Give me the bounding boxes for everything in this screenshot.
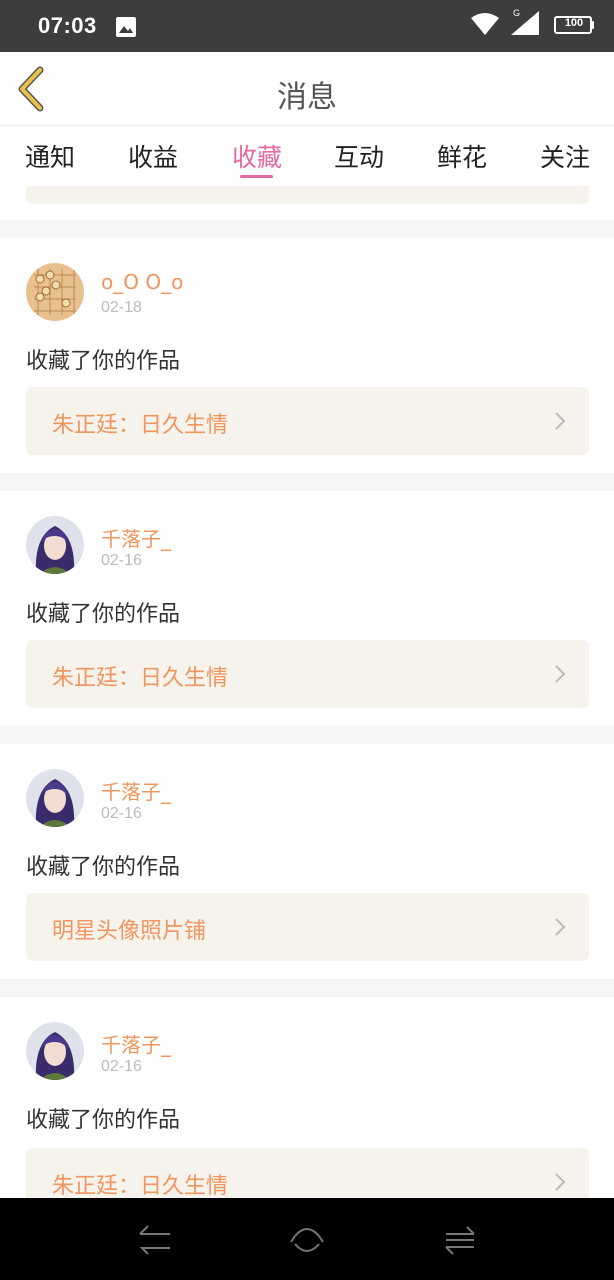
tab-earnings[interactable]: 收益 (128, 138, 178, 174)
nav-back-icon[interactable] (134, 1220, 174, 1260)
tab-interactions[interactable]: 互动 (334, 138, 384, 174)
timestamp: 02-16 (101, 805, 142, 822)
chess-board-avatar-icon (26, 263, 84, 321)
username[interactable]: 千落子_ (101, 776, 171, 805)
chevron-right-icon (555, 918, 566, 936)
avatar[interactable] (26, 769, 84, 827)
tab-bar: 通知 收益 收藏 互动 鲜花 关注 (0, 126, 614, 186)
avatar[interactable] (26, 1022, 84, 1080)
timestamp: 02-16 (101, 1058, 142, 1075)
portrait-avatar-icon (26, 1022, 84, 1080)
tab-favorites[interactable]: 收藏 (232, 138, 282, 174)
signal-icon (511, 11, 539, 35)
wifi-icon (471, 13, 499, 35)
chevron-right-icon (555, 1173, 566, 1191)
work-link[interactable]: 朱正廷：日久生情 (26, 640, 589, 708)
action-text: 收藏了你的作品 (26, 349, 181, 374)
work-link[interactable]: 朱正廷：日久生情 (26, 387, 589, 455)
timestamp: 02-16 (101, 552, 142, 569)
work-title: 朱正廷：日久生情 (52, 666, 229, 691)
tab-notifications[interactable]: 通知 (25, 138, 75, 174)
portrait-avatar-icon (26, 516, 84, 574)
work-link[interactable]: 明星头像照片铺 (26, 893, 589, 961)
battery-tip (591, 21, 594, 29)
page-title: 消息 (277, 80, 337, 115)
work-title: 明星头像照片铺 (52, 919, 207, 944)
list-item: 千落子_ 02-16 收藏了你的作品 明星头像照片铺 (0, 744, 614, 979)
username[interactable]: o_O O_o (101, 270, 183, 294)
avatar[interactable] (26, 516, 84, 574)
tab-flowers[interactable]: 鲜花 (437, 138, 487, 174)
timestamp: 02-18 (101, 299, 142, 316)
status-bar: 07:03 G 100 (0, 0, 614, 52)
image-notification-icon (116, 17, 136, 37)
action-text: 收藏了你的作品 (26, 1108, 181, 1133)
work-link[interactable]: 朱正廷：日久生情 (26, 1148, 589, 1198)
work-link-partial[interactable] (26, 186, 589, 204)
action-text: 收藏了你的作品 (26, 855, 181, 880)
battery-level: 100 (564, 17, 584, 29)
portrait-avatar-icon (26, 769, 84, 827)
active-tab-indicator (240, 175, 273, 178)
list-item: o_O O_o 02-18 收藏了你的作品 朱正廷：日久生情 (0, 238, 614, 473)
status-time: 07:03 (38, 13, 97, 38)
chevron-right-icon (555, 665, 566, 683)
avatar[interactable] (26, 263, 84, 321)
nav-home-icon[interactable] (287, 1220, 327, 1260)
nav-recents-icon[interactable] (440, 1220, 480, 1260)
username[interactable]: 千落子_ (101, 523, 171, 552)
chevron-right-icon (555, 412, 566, 430)
list-item: 千落子_ 02-16 收藏了你的作品 朱正廷：日久生情 (0, 997, 614, 1198)
list-item: 千落子_ 02-16 收藏了你的作品 朱正廷：日久生情 (0, 491, 614, 726)
list-item-partial (0, 186, 614, 220)
header: 消息 (0, 52, 614, 126)
username[interactable]: 千落子_ (101, 1029, 171, 1058)
action-text: 收藏了你的作品 (26, 602, 181, 627)
work-title: 朱正廷：日久生情 (52, 1174, 229, 1198)
system-nav-bar (0, 1198, 614, 1280)
tab-follows[interactable]: 关注 (540, 138, 590, 174)
work-title: 朱正廷：日久生情 (52, 413, 229, 438)
